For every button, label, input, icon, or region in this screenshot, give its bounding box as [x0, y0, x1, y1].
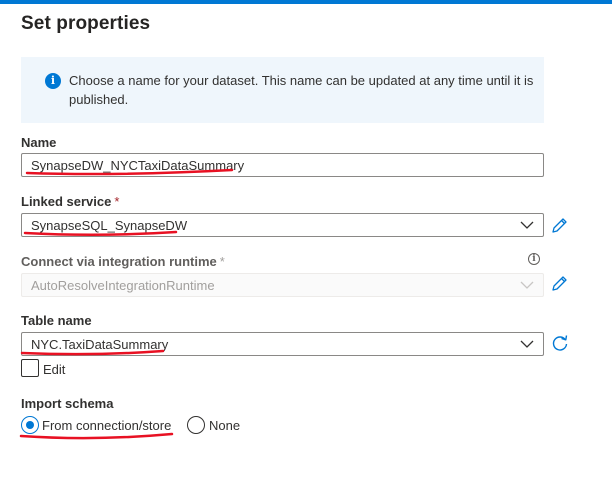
chevron-down-icon [520, 221, 534, 229]
top-accent-bar [0, 0, 612, 4]
table-name-label-text: Table name [21, 313, 92, 328]
radio-label-none[interactable]: None [209, 418, 240, 433]
refresh-icon[interactable] [550, 333, 570, 353]
underline-import-schema [19, 432, 174, 440]
panel-title: Set properties [21, 13, 151, 34]
linked-service-label: Linked service * [21, 194, 119, 209]
info-icon: i [45, 73, 61, 89]
table-name-dropdown[interactable]: NYC.TaxiDataSummary [21, 332, 544, 356]
pencil-icon[interactable] [550, 273, 570, 293]
linked-service-value: SynapseSQL_SynapseDW [31, 218, 188, 233]
table-name-value: NYC.TaxiDataSummary [31, 337, 169, 352]
integration-runtime-label: Connect via integration runtime * [21, 254, 225, 269]
chevron-down-icon [520, 340, 534, 348]
help-circle-icon[interactable]: i [528, 253, 540, 265]
linked-service-dropdown[interactable]: SynapseSQL_SynapseDW [21, 213, 544, 237]
radio-selected-dot [26, 421, 34, 429]
info-message-bar: i Choose a name for your dataset. This n… [21, 57, 544, 123]
radio-from-connection-store[interactable] [21, 416, 39, 434]
name-input-value: SynapseDW_NYCTaxiDataSummary [31, 158, 245, 173]
import-schema-label: Import schema [21, 396, 113, 411]
edit-checkbox-label: Edit [43, 362, 66, 377]
chevron-down-icon [520, 281, 534, 289]
pencil-icon[interactable] [550, 215, 570, 235]
name-input[interactable]: SynapseDW_NYCTaxiDataSummary [21, 153, 544, 177]
table-name-label: Table name [21, 313, 92, 328]
integration-runtime-dropdown: AutoResolveIntegrationRuntime [21, 273, 544, 297]
import-schema-label-text: Import schema [21, 396, 114, 411]
radio-none[interactable] [187, 416, 205, 434]
name-label: Name [21, 135, 56, 150]
required-asterisk: * [219, 254, 225, 269]
integration-runtime-label-text: Connect via integration runtime [21, 254, 217, 269]
radio-label-from-connection-store[interactable]: From connection/store [42, 418, 171, 433]
linked-service-label-text: Linked service [21, 194, 112, 209]
required-asterisk: * [114, 194, 120, 209]
name-label-text: Name [21, 135, 57, 150]
integration-runtime-value: AutoResolveIntegrationRuntime [31, 278, 215, 293]
info-message-text: Choose a name for your dataset. This nam… [69, 73, 534, 107]
edit-checkbox[interactable] [21, 359, 39, 377]
